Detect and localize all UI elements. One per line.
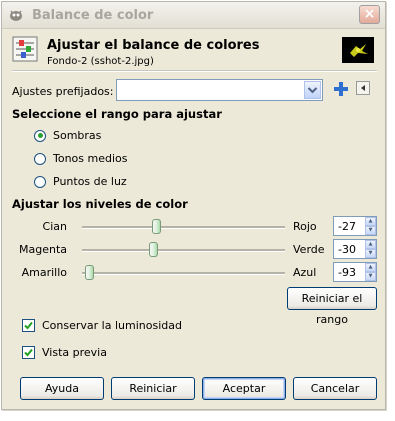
- reset-range-button[interactable]: Reiniciar el rango: [287, 287, 377, 326]
- cyan-red-row: Cian Rojo -27 ▲ ▼: [2, 216, 385, 238]
- cyan-red-slider[interactable]: [82, 219, 285, 234]
- radio-button[interactable]: [34, 175, 46, 188]
- cyan-label: Cian: [42, 220, 67, 233]
- preset-menu-button[interactable]: [356, 81, 370, 95]
- spin-up-icon[interactable]: ▲: [365, 240, 376, 249]
- checkbox[interactable]: [22, 319, 35, 332]
- spin-down-icon[interactable]: ▼: [365, 272, 376, 281]
- radio-label: Puntos de luz: [53, 175, 127, 188]
- spinbox-value: -93: [338, 266, 356, 279]
- cancel-button[interactable]: Cancelar: [293, 377, 377, 400]
- ok-button[interactable]: Aceptar: [202, 377, 286, 400]
- yellow-blue-spinbox[interactable]: -93 ▲ ▼: [333, 262, 377, 282]
- dialog-header: Ajustar el balance de colores Fondo-2 (s…: [12, 34, 377, 72]
- spin-up-icon[interactable]: ▲: [365, 263, 376, 272]
- image-name: Fondo-2 (sshot-2.jpg): [47, 56, 154, 67]
- red-label: Rojo: [293, 220, 317, 233]
- magenta-green-spinbox[interactable]: -30 ▲ ▼: [333, 239, 377, 259]
- triangle-left-icon: [361, 85, 365, 91]
- magenta-green-slider[interactable]: [82, 242, 285, 257]
- reset-button[interactable]: Reiniciar: [111, 377, 195, 400]
- radio-highlights[interactable]: Puntos de luz: [34, 175, 127, 188]
- checkmark-icon: [24, 348, 33, 357]
- magenta-label: Magenta: [18, 243, 67, 256]
- help-button[interactable]: Ayuda: [20, 377, 104, 400]
- cyan-red-spinbox[interactable]: -27 ▲ ▼: [333, 216, 377, 236]
- slider-handle[interactable]: [85, 265, 95, 280]
- close-button[interactable]: ×: [359, 5, 380, 24]
- slider-handle[interactable]: [149, 242, 159, 257]
- spinbox-value: -27: [338, 220, 356, 233]
- spin-down-icon[interactable]: ▼: [365, 226, 376, 235]
- yellow-blue-row: Amarillo Azul -93 ▲ ▼: [2, 262, 385, 284]
- presets-label: Ajustes prefijados:: [12, 85, 114, 98]
- radio-label: Sombras: [53, 129, 102, 142]
- header-divider: [12, 70, 377, 72]
- checkbox-label: Conservar la luminosidad: [42, 319, 182, 332]
- levels-section-title: Ajustar los niveles de color: [12, 197, 188, 211]
- spin-down-icon[interactable]: ▼: [365, 249, 376, 258]
- checkmark-icon: [24, 321, 33, 330]
- add-preset-icon[interactable]: [333, 81, 349, 97]
- preserve-luminosity-checkbox[interactable]: Conservar la luminosidad: [22, 319, 182, 332]
- radio-label: Tonos medios: [53, 152, 128, 165]
- presets-combo[interactable]: [116, 79, 323, 101]
- green-label: Verde: [293, 243, 325, 256]
- color-balance-icon: [12, 36, 38, 62]
- radio-midtones[interactable]: Tonos medios: [34, 152, 128, 165]
- radio-button[interactable]: [34, 152, 46, 165]
- yellow-label: Amarillo: [21, 266, 67, 279]
- checkbox[interactable]: [22, 346, 35, 359]
- window-title: Balance de color: [32, 8, 154, 23]
- radio-shadows[interactable]: Sombras: [34, 129, 101, 142]
- spinbox-value: -30: [338, 243, 356, 256]
- spin-up-icon[interactable]: ▲: [365, 217, 376, 226]
- color-balance-dialog: Balance de color × Ajustar el balance de…: [1, 1, 386, 410]
- radio-selected-dot: [37, 133, 43, 138]
- radio-button[interactable]: [34, 129, 46, 142]
- dialog-heading: Ajustar el balance de colores: [47, 38, 260, 53]
- yellow-blue-slider[interactable]: [82, 265, 285, 280]
- title-bar[interactable]: Balance de color ×: [2, 2, 385, 29]
- close-icon: ×: [363, 6, 376, 22]
- checkbox-label: Vista previa: [42, 346, 107, 359]
- preview-checkbox[interactable]: Vista previa: [22, 346, 107, 359]
- magenta-green-row: Magenta Verde -30 ▲ ▼: [2, 239, 385, 261]
- image-thumbnail: [342, 37, 374, 63]
- chevron-down-icon[interactable]: [304, 81, 321, 99]
- blue-label: Azul: [293, 266, 317, 279]
- range-section-title: Seleccione el rango para ajustar: [12, 107, 222, 121]
- slider-handle[interactable]: [152, 219, 162, 234]
- gimp-app-icon: [10, 10, 22, 21]
